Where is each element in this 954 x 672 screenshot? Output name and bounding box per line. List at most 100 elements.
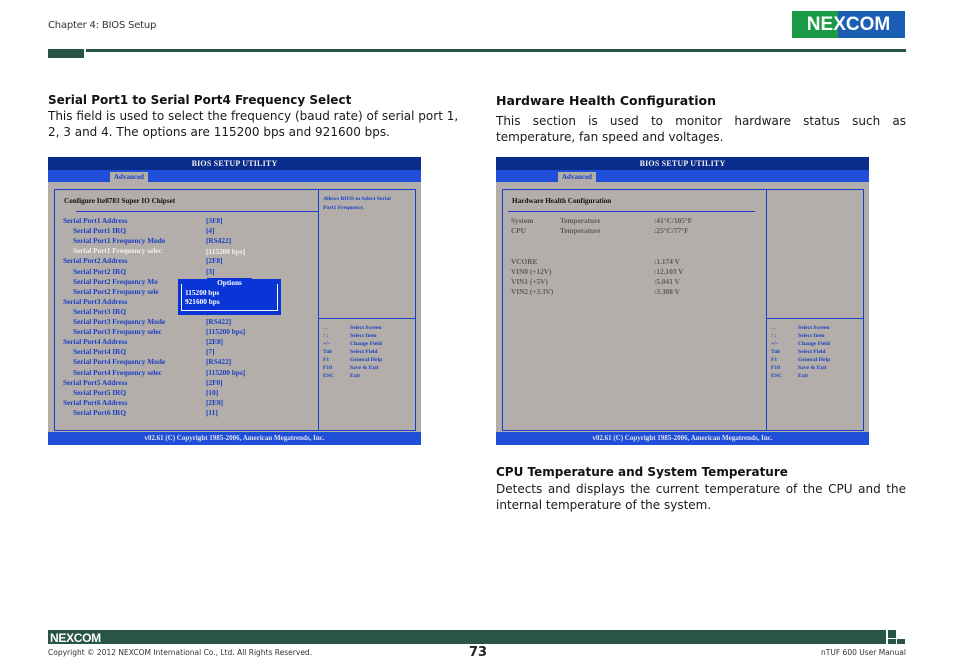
setting-value[interactable]: [3] [206,267,215,277]
page-number: 73 [469,645,488,660]
key-name: Tab [771,349,781,355]
setting-value[interactable]: [2E8] [206,337,223,347]
setting-label[interactable]: Serial Port2 Address [63,256,127,266]
setting-label[interactable]: Serial Port3 Frequency Mode [73,317,165,327]
setting-value[interactable]: [4] [206,226,215,236]
nexcom-logo: NEXCOM [792,11,905,38]
bios-footer: v02.61 (C) Copyright 1985-2006, American… [48,432,421,445]
setting-value[interactable]: [115200 bps] [206,368,245,378]
logo-text: NEXCOM [806,13,891,35]
section-heading-serial-frequency: Serial Port1 to Serial Port4 Frequency S… [48,93,352,107]
key-action: Change Field [350,341,382,347]
key-name: F10 [771,365,781,371]
setting-label[interactable]: Serial Port5 IRQ [73,388,126,398]
setting-value[interactable]: [11] [206,408,218,418]
copyright-text: Copyright © 2012 NEXCOM International Co… [48,648,313,657]
section-body-cpu-temperature: Detects and displays the current tempera… [496,482,906,512]
setting-value[interactable]: [RS422] [206,236,231,246]
panel-title: Hardware Health Configuration [512,197,612,205]
help-divider [766,318,863,319]
setting-label[interactable]: Serial Port1 Address [63,216,127,226]
key-name: +/- [323,341,330,347]
reading-label: VCORE [511,257,538,266]
setting-label[interactable]: Serial Port2 IRQ [73,267,126,277]
setting-label[interactable]: Serial Port1 Frequency Mode [73,236,165,246]
bios-footer: v02.61 (C) Copyright 1985-2006, American… [496,432,869,445]
reading-label: CPU [511,226,526,235]
key-name: F10 [323,365,333,371]
popup-option-115200[interactable]: 115200 bps [185,288,219,297]
reading-value: :1.174 V [654,257,680,266]
setting-label[interactable]: Serial Port2 Frequency sele [73,287,159,297]
key-action: Select Screen [798,325,830,331]
popup-title-text: Options [207,278,252,287]
key-action: General Help [350,357,383,363]
bios-screen-hardware-health: BIOS SETUP UTILITY Advanced Hardware Hea… [496,157,869,445]
setting-label[interactable]: Serial Port1 IRQ [73,226,126,236]
setting-value[interactable]: [RS422] [206,357,231,367]
key-action: Exit [350,373,360,379]
reading-label: VIN1 (+5V) [511,277,548,286]
bios-tab-bar: Advanced [48,170,421,182]
reading-value: :41°C/105°F [654,216,693,225]
setting-label[interactable]: Serial Port5 Address [63,378,127,388]
tab-advanced[interactable]: Advanced [110,172,148,182]
setting-label[interactable]: Serial Port3 Address [63,297,127,307]
footer-logo: NEXCOM [50,631,101,645]
bios-screen-serial-ports: BIOS SETUP UTILITY Advanced Configure It… [48,157,421,445]
key-action: Change Field [798,341,830,347]
setting-label[interactable]: Serial Port4 Frequency Mode [73,357,165,367]
setting-value[interactable]: [3F8] [206,216,223,226]
key-action: Exit [798,373,808,379]
tab-advanced[interactable]: Advanced [558,172,596,182]
panel-title-divider [76,211,319,212]
setting-value[interactable]: [115200 bps] [206,327,245,337]
reading-sublabel: Temperature [560,226,601,235]
help-line: Port1 Frequency. [323,205,365,211]
reading-label: VIN2 (+3.3V) [511,287,554,296]
bios-main-panel [502,189,767,431]
key-action: Save & Exit [350,365,379,371]
key-name: +/- [771,341,778,347]
bios-tab-bar: Advanced [496,170,869,182]
bios-title: BIOS SETUP UTILITY [48,157,421,170]
reading-label: VIN0 (+12V) [511,267,552,276]
help-divider [318,318,415,319]
setting-value[interactable]: [2E0] [206,398,223,408]
popup-option-921600[interactable]: 921600 bps [185,297,220,306]
setting-value[interactable]: [RS422] [206,317,231,327]
key-name: ↑↓ [323,333,329,339]
panel-title: Configure Ite8783 Super IO Chipset [64,197,176,205]
key-action: Save & Exit [798,365,827,371]
key-name: ↑↓ [771,333,777,339]
key-name: ESC [323,373,334,379]
setting-label[interactable]: Serial Port3 Frequency selec [73,327,162,337]
key-name: F1 [771,357,778,363]
section-heading-cpu-temperature: CPU Temperature and System Temperature [496,465,788,479]
reading-value: :12.103 V [654,267,684,276]
bios-help-panel [766,189,864,431]
setting-label[interactable]: Serial Port6 IRQ [73,408,126,418]
setting-value[interactable]: [2F0] [206,378,223,388]
setting-value[interactable]: [7] [206,347,215,357]
setting-label[interactable]: Serial Port6 Address [63,398,127,408]
key-name: ← [323,325,329,331]
chapter-title: Chapter 4: BIOS Setup [48,20,157,31]
footer-bar [48,630,886,644]
reading-value: :5.041 V [654,277,680,286]
panel-title-divider [508,211,755,212]
setting-label[interactable]: Serial Port4 Frequency selec [73,368,162,378]
key-action: Select Item [798,333,825,339]
key-name: F1 [323,357,330,363]
key-action: Select Item [350,333,377,339]
setting-value[interactable]: [10] [206,388,218,398]
setting-label[interactable]: Serial Port3 IRQ [73,307,126,317]
setting-label[interactable]: Serial Port4 Address [63,337,127,347]
header-accent-block [48,49,84,58]
setting-value[interactable]: [2F8] [206,256,223,266]
setting-label[interactable]: Serial Port2 Frequency Mo [73,277,158,287]
setting-label[interactable]: Serial Port1 Frequency selec [73,246,162,256]
reading-label: System [511,216,534,225]
setting-label[interactable]: Serial Port4 IRQ [73,347,126,357]
footer-square-decoration [888,639,896,644]
